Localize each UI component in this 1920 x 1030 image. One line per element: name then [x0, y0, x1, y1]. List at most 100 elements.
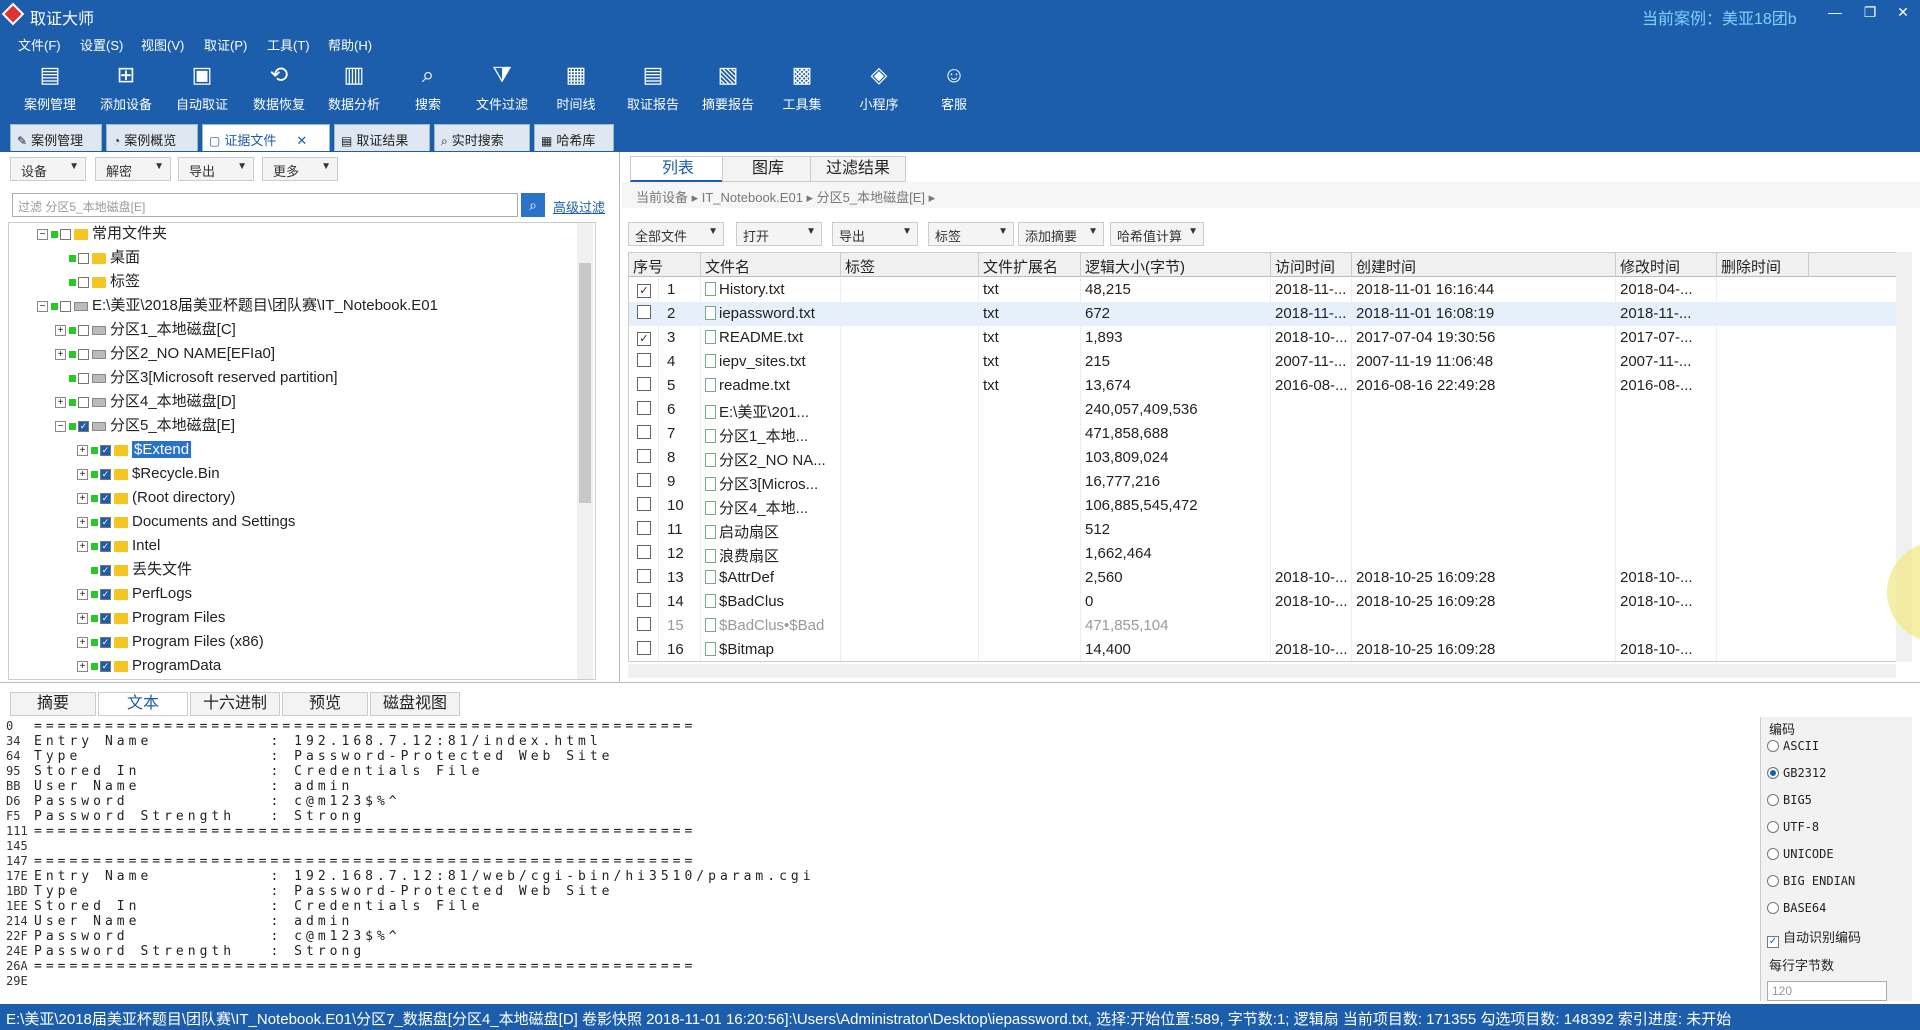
tree-checkbox[interactable]: [60, 228, 71, 240]
tree-checkbox[interactable]: ✓: [100, 444, 111, 456]
tree-checkbox[interactable]: ✓: [100, 636, 111, 648]
bytes-per-line-input[interactable]: 120: [1767, 981, 1887, 1001]
auto-detect-checkbox[interactable]: ✓ 自动识别编码: [1767, 927, 1861, 948]
column-header[interactable]: 逻辑大小(字节): [1081, 253, 1271, 277]
encoding-option-base64[interactable]: BASE64: [1767, 901, 1826, 915]
text-content-view[interactable]: 0 =======================================…: [6, 719, 1758, 997]
row-checkbox-cell[interactable]: [629, 350, 659, 374]
list-dropdown[interactable]: 导出 ▼: [832, 222, 918, 246]
menu-forensics[interactable]: 取证(P): [204, 35, 247, 54]
tab-hex[interactable]: 十六进制: [190, 692, 280, 716]
tab-hash-library[interactable]: ▦ 哈希库: [534, 124, 614, 151]
expand-toggle-icon[interactable]: +: [55, 396, 66, 408]
tab-disk-view[interactable]: 磁盘视图: [370, 692, 460, 716]
column-header[interactable]: 创建时间: [1352, 253, 1616, 277]
row-checkbox-cell[interactable]: [629, 422, 659, 446]
tab-filter-results[interactable]: 过滤结果: [810, 156, 906, 182]
toolbar-search-button[interactable]: ⌕ 搜索: [392, 62, 464, 113]
tree-checkbox[interactable]: [78, 372, 89, 384]
row-checkbox-cell[interactable]: [629, 614, 659, 638]
table-row[interactable]: 11 启动扇区 512: [629, 518, 1907, 542]
tree-checkbox[interactable]: [78, 276, 89, 288]
expand-toggle-icon[interactable]: +: [77, 444, 88, 456]
tree-checkbox[interactable]: [78, 348, 89, 360]
encoding-option-big5[interactable]: BIG5: [1767, 793, 1812, 807]
expand-toggle-icon[interactable]: −: [55, 420, 66, 432]
menu-view[interactable]: 视图(V): [141, 35, 184, 54]
encoding-option-gb2312[interactable]: GB2312: [1767, 766, 1826, 780]
row-checkbox-cell[interactable]: [629, 470, 659, 494]
encoding-option-bigendian[interactable]: BIG ENDIAN: [1767, 874, 1855, 888]
row-checkbox-cell[interactable]: [629, 566, 659, 590]
tree-node[interactable]: − 常用文件夹: [37, 223, 167, 245]
tree-node[interactable]: + ✓ Intel: [77, 535, 160, 557]
expand-toggle-icon[interactable]: +: [77, 636, 88, 648]
table-row[interactable]: 4 iepv_sites.txt txt 215 2007-11-... 2007-11-…: [629, 350, 1907, 374]
row-checkbox[interactable]: [637, 401, 651, 415]
row-checkbox-cell[interactable]: ✓: [629, 278, 659, 302]
row-checkbox[interactable]: [637, 377, 651, 391]
device-dropdown[interactable]: 设备 ▼: [10, 157, 86, 181]
tab-live-search[interactable]: ⌕ 实时搜索: [434, 124, 530, 151]
tab-summary[interactable]: 摘要: [10, 692, 96, 716]
tab-list[interactable]: 列表: [630, 156, 726, 182]
table-row[interactable]: 8 分区2_NO NA... 103,809,024: [629, 446, 1907, 470]
tree-node[interactable]: 标签: [55, 271, 140, 293]
list-dropdown[interactable]: 哈希值计算 ▼: [1110, 222, 1204, 246]
row-checkbox[interactable]: [637, 545, 651, 559]
row-checkbox[interactable]: [637, 305, 651, 319]
close-button[interactable]: ✕: [1888, 4, 1918, 21]
tree-node[interactable]: + ✓ (Root directory): [77, 487, 235, 509]
table-row[interactable]: 6 E:\美亚\201... 240,057,409,536: [629, 398, 1907, 422]
tab-gallery[interactable]: 图库: [722, 156, 814, 182]
tab-preview[interactable]: 预览: [282, 692, 368, 716]
row-checkbox[interactable]: ✓: [637, 332, 651, 346]
expand-toggle-icon[interactable]: +: [77, 612, 88, 624]
encoding-option-unicode[interactable]: UNICODE: [1767, 847, 1834, 861]
tree-checkbox[interactable]: [78, 396, 89, 408]
tree-scrollbar[interactable]: [577, 223, 593, 679]
toolbar-service-button[interactable]: ☺ 客服: [918, 62, 990, 113]
column-header[interactable]: 访问时间: [1271, 253, 1352, 277]
tree-node[interactable]: − E:\美亚\2018届美亚杯题目\团队赛\IT_Notebook.E01: [37, 295, 438, 317]
tab-evidence-files[interactable]: ▢ 证据文件 ✕: [202, 124, 330, 151]
menu-file[interactable]: 文件(F): [18, 35, 61, 54]
toolbar-auto-button[interactable]: ▣ 自动取证: [166, 62, 238, 113]
toolbar-timeline-button[interactable]: ▦ 时间线: [540, 62, 612, 113]
tree-node[interactable]: 分区3[Microsoft reserved partition]: [55, 367, 338, 389]
expand-toggle-icon[interactable]: +: [77, 588, 88, 600]
row-checkbox-cell[interactable]: [629, 302, 659, 326]
toolbar-recover-button[interactable]: ⟲ 数据恢复: [243, 62, 315, 113]
toolbar-tools-button[interactable]: ▩ 工具集: [766, 62, 838, 113]
tree-node[interactable]: ✓ 丢失文件: [77, 559, 192, 581]
tree-filter-input[interactable]: 过滤 分区5_本地磁盘[E]: [12, 193, 518, 217]
column-header[interactable]: 标签: [841, 253, 979, 277]
tree-node[interactable]: + ✓ $Recycle.Bin: [77, 463, 220, 485]
tree-node[interactable]: − ✓ 分区5_本地磁盘[E]: [55, 415, 235, 437]
row-checkbox-cell[interactable]: [629, 638, 659, 661]
tree-checkbox[interactable]: ✓: [78, 420, 89, 432]
row-checkbox[interactable]: [637, 353, 651, 367]
tree-node[interactable]: + 分区1_本地磁盘[C]: [55, 319, 236, 341]
expand-toggle-icon[interactable]: +: [55, 324, 66, 336]
row-checkbox[interactable]: [637, 593, 651, 607]
row-checkbox[interactable]: [637, 617, 651, 631]
encoding-option-utf8[interactable]: UTF-8: [1767, 820, 1819, 834]
tree-node[interactable]: + ✓ PerfLogs: [77, 583, 192, 605]
list-dropdown[interactable]: 全部文件 ▼: [628, 222, 724, 246]
column-header[interactable]: 序号: [629, 253, 701, 277]
tree-checkbox[interactable]: ✓: [100, 468, 111, 480]
toolbar-summary-button[interactable]: ▧ 摘要报告: [692, 62, 764, 113]
more-dropdown[interactable]: 更多 ▼: [262, 157, 338, 181]
list-dropdown[interactable]: 打开 ▼: [736, 222, 822, 246]
tree-node[interactable]: + ✓ Program Files: [77, 607, 225, 629]
table-row[interactable]: 10 分区4_本地... 106,885,545,472: [629, 494, 1907, 518]
tree-checkbox[interactable]: ✓: [100, 516, 111, 528]
minimize-button[interactable]: —: [1820, 4, 1850, 20]
close-tab-icon[interactable]: ✕: [296, 133, 307, 148]
table-hscrollbar[interactable]: [628, 664, 1896, 678]
tab-text[interactable]: 文本: [98, 692, 188, 716]
toolbar-miniapp-button[interactable]: ◈ 小程序: [843, 62, 915, 113]
row-checkbox[interactable]: [637, 569, 651, 583]
encoding-option-ascii[interactable]: ASCII: [1767, 739, 1819, 753]
